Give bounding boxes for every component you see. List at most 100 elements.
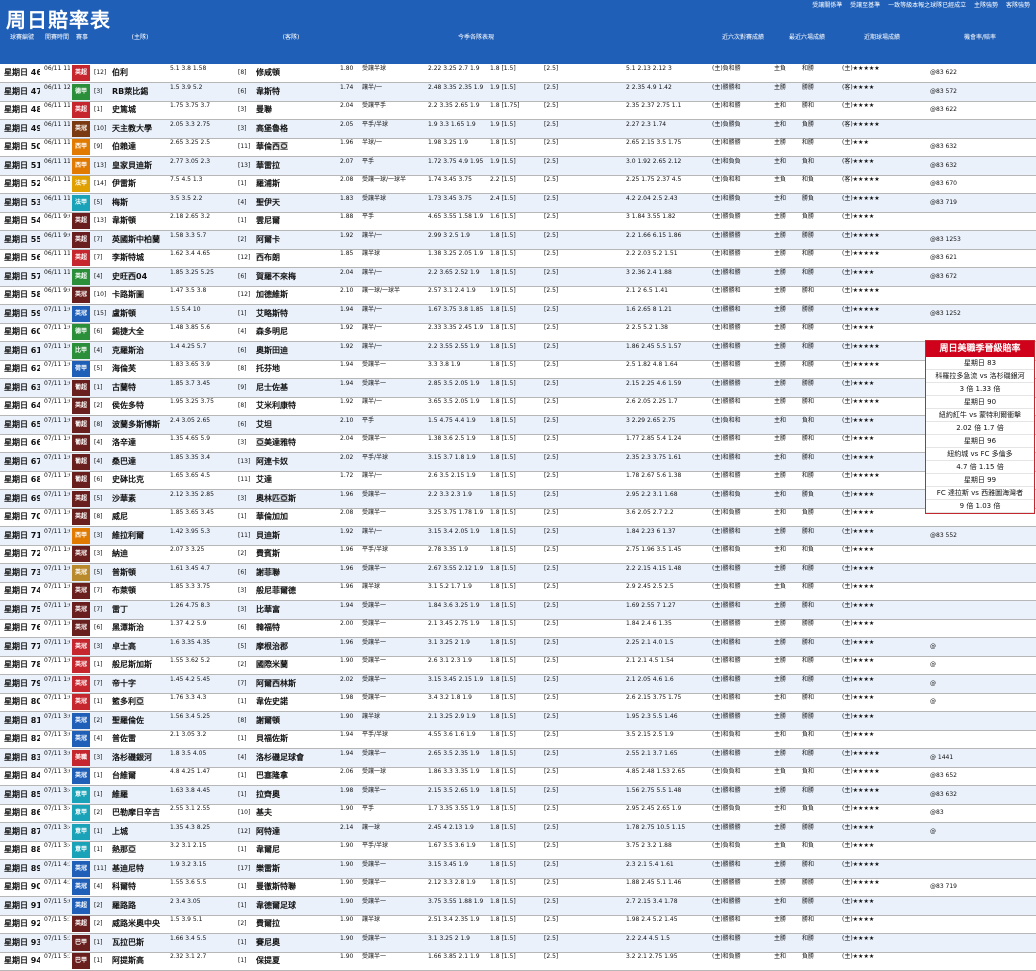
cell-no: 星期日 62 [4,364,40,373]
cell-league: 德甲 [72,83,90,100]
cell-league: 英冠 [72,583,90,599]
cell-odds: 1.75 3.75 3.7 [170,102,211,109]
cell-c6: [2.5] [544,805,559,812]
cell-league: 英冠 [72,731,90,747]
cell-c10: 主勝 [774,657,787,664]
cell-no: 星期日 83 [4,752,40,762]
mls-line: 3 倍 1.33 倍 [926,383,1034,396]
cell-c13 [930,582,1030,600]
cell-odds: 1.8 3.5 4.05 [170,749,207,757]
cell-away: 華倫西亞 [256,142,288,151]
cell-c4: 1.9 3.3 1.65 1.9 [428,120,476,128]
cell-time: 07/11 3:00am [44,731,70,738]
cell-c1: 1.90 [340,897,354,905]
cell-hno: [5] [94,494,103,502]
table-row: 星期日 80 07/11 1:00am英冠 [1] 籃多利亞 1.76 3.3 4.3 [… [0,693,1036,712]
cell-c11: 負和 [802,768,815,775]
mls-line: 4.7 倍 1.15 倍 [926,461,1034,474]
cell-c13: @83 672 [930,272,957,280]
cell-away: 曼徹斯特聯 [256,882,296,891]
cell-c6: [2.5] [544,213,559,220]
cell-league: 英超 [72,250,90,266]
cell-away: 森多明尼 [256,327,288,336]
cell-c11: 負負 [802,805,815,812]
cell-c12: (主)★★★★ [842,546,875,553]
cell-c5: 1.8 [1.5] [490,361,516,368]
cell-home: 帝十字 [112,678,136,688]
cell-home: 桑巴達 [112,456,136,466]
cell-time: 07/11 1:00am [44,472,70,479]
cell-hno: [1] [94,846,103,853]
cell-ano: [4] [238,328,247,335]
table-row: 星期日 69 07/11 1:00am英超 [5] 沙華素 2.12 3.35 2.85… [0,489,1036,509]
cell-time: 07/11 1:00am [44,564,70,572]
cell-odds: 1.85 3.65 3.45 [170,509,214,516]
table-row: 星期日 90 07/11 4:30am英冠 [4] 科爾特 1.55 3.6 5.5 [1… [0,878,1036,897]
cell-c8: 2.15 2.25 4.6 1.59 [626,379,682,387]
cell-home: 盧斯頓 [112,308,136,318]
cell-away: 艾米利康特 [256,401,296,410]
cell-c1: 1.90 [340,712,354,720]
cell-ano: [2] [238,661,247,668]
cell-c10: 主和 [774,805,787,812]
cell-c11: 和勝 [802,749,815,757]
cell-c10: 主勝 [774,435,787,442]
cell-away: 加德維斯 [256,290,288,299]
cell-c13: @83 1253 [930,235,961,243]
cell-c11: 和負 [802,176,815,183]
cell-odds: 1.65 3.65 4.5 [170,472,211,479]
cell-c1: 1.92 [340,231,354,239]
cell-c13: @83 622 [930,106,957,113]
cell-c4: 3.1 3.25 2 1.9 [428,934,470,942]
cell-away: 般尼菲爾德 [256,586,296,595]
cell-c1: 1.96 [340,638,354,646]
cell-c12: (主)★★★★ [842,694,875,701]
cell-c6: [2.5] [544,786,559,794]
cell-home: 巴勒摩日辛吉 [112,808,160,817]
cell-ano: [11] [238,143,251,150]
table-row: 星期日 51 06/11 11:15pm西甲 [13] 皇家貝迪斯 2.77 3.05 … [0,156,1036,176]
header-home: (主隊) [131,34,149,41]
cell-c6: [2.5] [544,157,559,165]
cell-c8: 1.88 2.45 5.1 1.46 [626,879,682,886]
cell-no: 星期日 81 [4,715,40,725]
cell-league: 意甲 [72,786,90,803]
cell-no: 星期日 73 [4,567,40,577]
table-row: 星期日 86 07/11 3:45am意甲 [2] 巴勒摩日辛吉 2.55 3.1 2.… [0,804,1036,823]
cell-c12: (主)★★★★★ [842,860,880,868]
cell-c6: [2.5] [544,749,559,757]
cell-ano: [1] [238,513,247,520]
mls-line: 星期日 99 [926,474,1034,487]
cell-c11: 勝和 [802,398,815,405]
cell-odds: 1.61 3.45 4.7 [170,564,211,572]
cell-c5: 1.8 [1.5] [490,416,516,424]
cell-away: 阿爾卡 [256,234,280,244]
cell-away: 阿特達 [256,826,280,836]
cell-c1: 1.90 [340,657,354,664]
cell-ano: [8] [238,402,247,409]
cell-c9: (主)勝勝和 [712,435,741,442]
cell-c5: 1.8 [1.5] [490,934,516,942]
cell-home: 克羅斯治 [112,345,144,355]
cell-time: 07/11 1:00am [44,398,70,405]
cell-c6: [2.5] [544,490,559,498]
cell-c1: 1.90 [340,860,354,868]
table-row: 星期日 62 07/11 1:00am荷甲 [5] 海倫芙 1.83 3.65 3.9 [… [0,360,1036,379]
cell-c11: 負勝 [802,120,815,128]
cell-c4: 2.99 3 2.5 1.9 [428,231,470,239]
cell-c11: 和勝 [802,324,815,331]
cell-time: 07/11 4:30am [44,879,70,886]
cell-c11: 和勝 [802,361,815,368]
cell-c2: 受讓半一 [362,509,387,516]
table-row: 星期日 58 06/11 9:00pm英冠 [10] 卡路斯圖 1.47 3.5 3.8… [0,286,1036,305]
table-row: 星期日 46 06/11 11:15pm英超 [12] 伯利 5.1 3.8 1.58 [… [0,64,1036,83]
cell-home: 波蘭多斯博斯 [112,419,160,429]
cell-c5: 1.8 [1.5] [490,139,516,146]
cell-odds: 1.6 3.35 4.35 [170,638,211,646]
table-row: 星期日 64 07/11 1:00am英超 [2] 侯佐多特 1.95 3.25 3.7… [0,397,1036,416]
cell-no: 星期日 70 [4,512,40,521]
cell-c8: 3.0 1.92 2.65 2.12 [626,157,682,165]
cell-time: 06/11 11:00pm [44,250,70,257]
cell-c9: (主)負和勝 [712,65,741,72]
cell-ano: [2] [238,235,247,243]
